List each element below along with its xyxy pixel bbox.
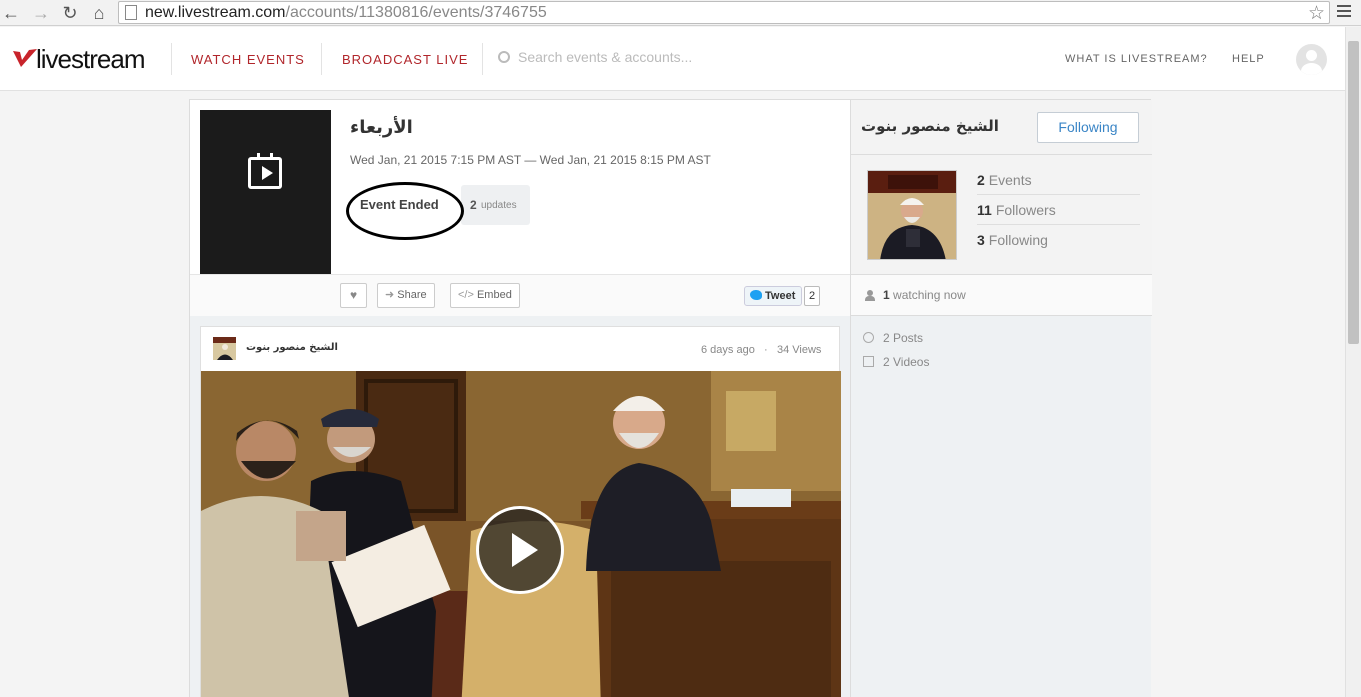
account-stats: 2 Events 11 Followers 3 Following [851, 155, 1152, 275]
page-icon [125, 5, 137, 20]
event-status: Event Ended [360, 197, 439, 212]
updates-label: updates [481, 200, 517, 211]
embed-label: Embed [476, 289, 512, 301]
tweet-button[interactable]: Tweet [744, 286, 803, 306]
url-text: new.livestream.com/accounts/11380816/eve… [145, 4, 547, 21]
scrollbar-thumb[interactable] [1348, 41, 1359, 344]
browser-toolbar: ← → ↻ ⌂ new.livestream.com/accounts/1138… [0, 0, 1361, 26]
address-bar[interactable]: new.livestream.com/accounts/11380816/eve… [118, 1, 1330, 24]
logo-text: livestream [36, 44, 145, 74]
film-icon [863, 356, 874, 367]
stat-followers[interactable]: 11 Followers [977, 195, 1140, 225]
nav-broadcast-live[interactable]: BROADCAST LIVE [342, 52, 468, 67]
divider [482, 43, 483, 75]
account-profile-picture[interactable] [867, 170, 957, 260]
site-header: livestream WATCH EVENTS BROADCAST LIVE S… [0, 27, 1345, 91]
share-icon: ➜ [385, 289, 395, 301]
posts-count[interactable]: 2 Posts [883, 331, 923, 345]
divider [321, 43, 322, 75]
help-link[interactable]: HELP [1232, 53, 1265, 65]
stat-events[interactable]: 2 Events [977, 165, 1140, 195]
tweet-label: Tweet [765, 290, 796, 302]
videos-count[interactable]: 2 Videos [883, 355, 929, 369]
post-item: الشيخ منصور بنوت 6 days ago · 34 Views [200, 326, 841, 697]
post-author-name[interactable]: الشيخ منصور بنوت [246, 342, 338, 353]
home-icon[interactable]: ⌂ [88, 2, 110, 24]
meta-separator: · [764, 344, 768, 356]
watching-now: 1 watching now [851, 275, 1152, 316]
updates-badge[interactable]: 2 updates [461, 185, 530, 225]
event-date: Wed Jan, 21 2015 7:15 PM AST — Wed Jan, … [350, 153, 711, 167]
account-name[interactable]: الشيخ منصور بنوت [861, 117, 999, 135]
event-title: الأربعاء [350, 117, 413, 138]
twitter-bird-icon [750, 290, 762, 300]
back-arrow-icon[interactable]: ← [0, 2, 22, 24]
clock-icon [863, 332, 874, 343]
heart-icon: ♥ [349, 288, 358, 302]
share-label: Share [397, 289, 427, 301]
tweet-count: 2 [804, 286, 821, 306]
post-age: 6 days ago [701, 344, 755, 356]
vertical-scrollbar[interactable] [1345, 27, 1361, 697]
user-icon [865, 290, 875, 301]
post-author-avatar[interactable] [213, 337, 236, 360]
post-views: 34 Views [777, 344, 822, 356]
search-icon [498, 51, 510, 63]
forward-arrow-icon[interactable]: → [30, 2, 52, 24]
account-sidebar: الشيخ منصور بنوت Following 2 Events 11 Fol… [850, 100, 1152, 697]
stat-following[interactable]: 3 Following [977, 225, 1140, 255]
search-placeholder: Search events & accounts... [518, 49, 693, 65]
nav-watch-events[interactable]: WATCH EVENTS [191, 52, 305, 67]
action-bar: ♥ ➜ Share </> Embed Tweet 2 [190, 274, 850, 316]
updates-count: 2 [470, 198, 477, 212]
video-player[interactable] [201, 371, 841, 697]
logo-mark-icon [13, 49, 37, 67]
divider [171, 43, 172, 75]
code-icon: </> [458, 289, 474, 301]
search-input[interactable]: Search events & accounts... [498, 49, 692, 65]
play-button[interactable] [476, 506, 564, 594]
browser-menu-icon[interactable] [1337, 5, 1351, 20]
user-avatar[interactable] [1296, 44, 1327, 75]
bookmark-star-icon[interactable]: ☆ [1308, 2, 1325, 25]
event-card: الأربعاء Wed Jan, 21 2015 7:15 PM AST — … [189, 99, 1152, 697]
embed-button[interactable]: </> Embed [450, 283, 520, 308]
like-button[interactable]: ♥ [340, 283, 367, 308]
play-icon [512, 533, 538, 567]
share-button[interactable]: ➜ Share [377, 283, 435, 308]
account-header: الشيخ منصور بنوت Following [851, 100, 1152, 155]
what-is-livestream-link[interactable]: WHAT IS LIVESTREAM? [1065, 53, 1208, 65]
following-button[interactable]: Following [1037, 112, 1139, 143]
calendar-play-icon [248, 153, 282, 189]
reload-icon[interactable]: ↻ [59, 2, 81, 24]
